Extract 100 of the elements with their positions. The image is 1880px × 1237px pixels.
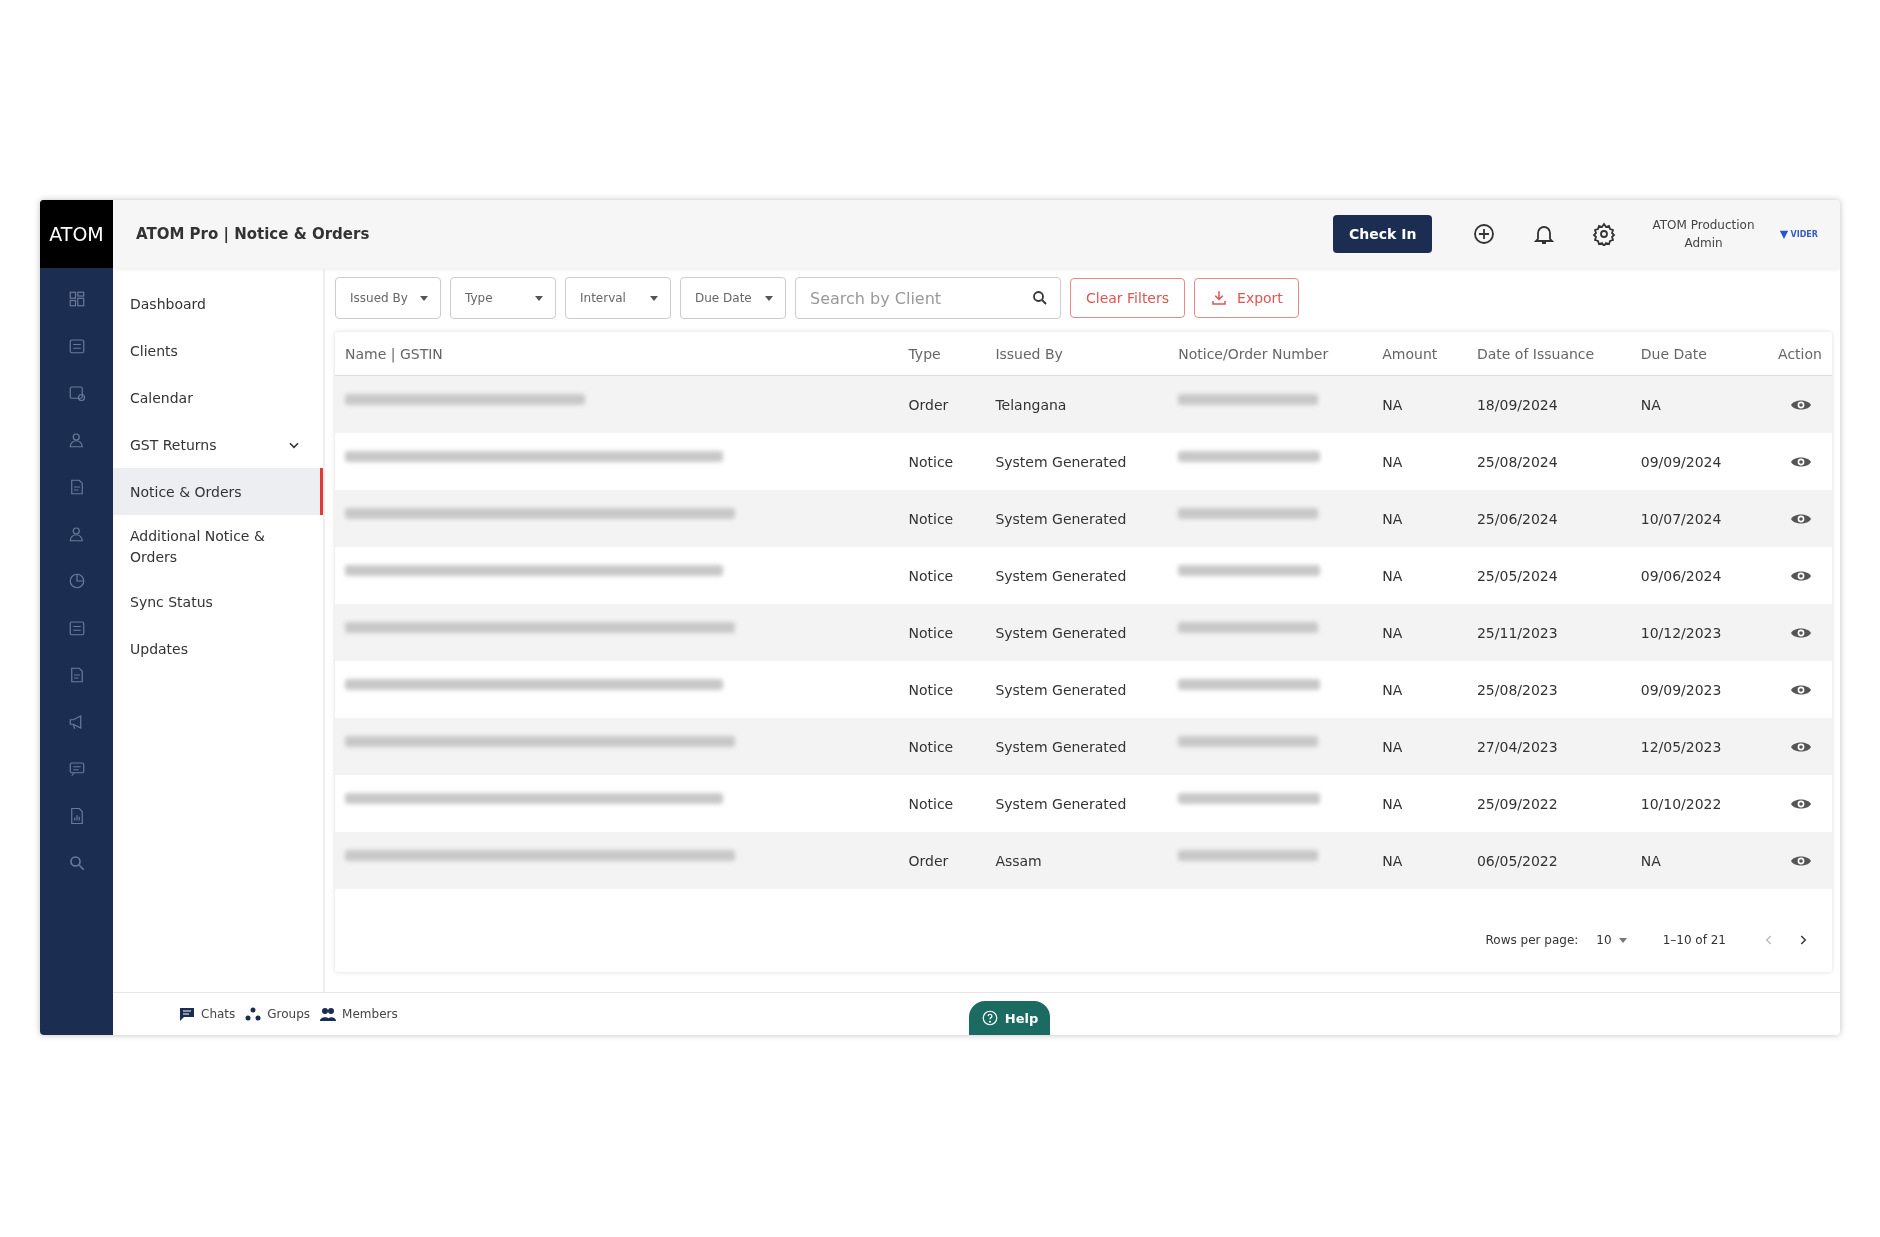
table-cell: Notice [898, 718, 986, 775]
user-icon[interactable] [67, 525, 86, 543]
caret-icon [765, 295, 773, 301]
table-cell: NA [1372, 604, 1467, 661]
table-cell: 27/04/2023 [1466, 718, 1631, 775]
table-cell: NA [1372, 832, 1467, 889]
column-header: Type [898, 332, 986, 376]
table-cell: NA [1372, 490, 1467, 547]
table-cell: NA [1372, 661, 1467, 718]
chat-icon [179, 1007, 195, 1021]
group-icon [245, 1007, 262, 1021]
table-cell: NA [1372, 433, 1467, 490]
clear-filters-button[interactable]: Clear Filters [1070, 278, 1186, 318]
footer-link[interactable]: Groups [245, 1007, 311, 1021]
table-cell: 25/08/2024 [1466, 433, 1631, 490]
filter-dropdown[interactable]: Due Date [680, 277, 786, 319]
caret-icon [1618, 937, 1627, 943]
filter-dropdown[interactable]: Type [450, 277, 556, 319]
nav-item[interactable]: Sync Status [113, 578, 323, 625]
caret-icon [535, 295, 543, 301]
column-header: Amount [1372, 332, 1467, 376]
table-cell: Order [898, 832, 986, 889]
chat-icon[interactable] [67, 760, 86, 778]
app-logo[interactable]: ATOM [40, 200, 113, 268]
checklist-icon[interactable] [67, 337, 86, 355]
table-cell: Telangana [985, 375, 1169, 433]
nav-item[interactable]: Additional Notice & Orders [113, 515, 323, 578]
table-cell: Order [898, 375, 986, 433]
nav-item[interactable]: Notice & Orders [113, 468, 323, 515]
pie-chart-icon[interactable] [67, 572, 86, 590]
page-title: ATOM Pro | Notice & Orders [136, 225, 371, 243]
table-cell: 25/11/2023 [1466, 604, 1631, 661]
filter-dropdown[interactable]: Issued By [335, 277, 441, 319]
table-cell: 10/12/2023 [1630, 604, 1769, 661]
table-cell: NA [1372, 775, 1467, 832]
column-header: Due Date [1630, 332, 1769, 376]
table-cell: System Generated [985, 433, 1169, 490]
user-role: Admin [1684, 236, 1723, 250]
filter-dropdown[interactable]: Interval [565, 277, 671, 319]
settings-icon[interactable] [1592, 222, 1617, 246]
footer-link[interactable]: Chats [179, 1007, 236, 1021]
brand-logo: VIDER [1776, 227, 1820, 241]
search-field[interactable]: Search by Client [795, 277, 1061, 319]
brand-mark-icon [1778, 229, 1789, 239]
column-header: Issued By [985, 332, 1169, 376]
table-cell: 09/06/2024 [1630, 547, 1769, 604]
caret-icon [650, 295, 658, 301]
table-cell: System Generated [985, 490, 1169, 547]
table-cell: System Generated [985, 547, 1169, 604]
nav-item[interactable]: Updates [113, 625, 323, 672]
table-cell: NA [1630, 375, 1769, 433]
table-cell: 25/08/2023 [1466, 661, 1631, 718]
table-cell: 06/05/2022 [1466, 832, 1631, 889]
table-cell: NA [1372, 375, 1467, 433]
table-cell: Notice [898, 604, 986, 661]
help-icon [980, 1009, 999, 1027]
column-header: Name | GSTIN [335, 332, 899, 376]
help-button[interactable]: Help [968, 1001, 1051, 1035]
calendar-icon[interactable] [67, 384, 86, 402]
table-cell: 10/10/2022 [1630, 775, 1769, 832]
table-cell: 10/07/2024 [1630, 490, 1769, 547]
table-cell: Notice [898, 547, 986, 604]
table-cell: Notice [898, 433, 986, 490]
table-cell: System Generated [985, 718, 1169, 775]
table-cell: 09/09/2023 [1630, 661, 1769, 718]
nav-item[interactable]: Calendar [113, 374, 323, 421]
column-header: Action [1768, 332, 1832, 376]
nav-item[interactable]: Clients [113, 327, 323, 374]
table-cell: 25/09/2022 [1466, 775, 1631, 832]
export-button[interactable]: Export [1194, 278, 1299, 318]
checklist-icon[interactable] [67, 619, 86, 637]
page-range: 1–10 of 21 [1662, 933, 1726, 947]
table-cell: NA [1372, 547, 1467, 604]
table-cell: System Generated [985, 604, 1169, 661]
table-cell: Notice [898, 490, 986, 547]
table-cell: 09/09/2024 [1630, 433, 1769, 490]
nav-item[interactable]: GST Returns [113, 421, 323, 468]
search-icon [1031, 289, 1049, 307]
rows-per-page-select[interactable]: 10 [1594, 931, 1629, 949]
caret-icon [420, 295, 428, 301]
search-icon[interactable] [67, 854, 86, 872]
table-cell: Notice [898, 661, 986, 718]
table-cell: 18/09/2024 [1466, 375, 1631, 433]
table-cell: Notice [898, 775, 986, 832]
rows-per-page-label: Rows per page: [1485, 933, 1579, 947]
download-icon [1210, 289, 1229, 307]
column-header: Date of Issuance [1466, 332, 1631, 376]
user-name: ATOM Production [1652, 218, 1755, 232]
dashboard-icon[interactable] [67, 290, 86, 308]
user-icon[interactable] [67, 431, 86, 449]
table-cell: System Generated [985, 661, 1169, 718]
table-cell: NA [1372, 718, 1467, 775]
table-cell: 12/05/2023 [1630, 718, 1769, 775]
check-in-button[interactable]: Check In [1333, 215, 1433, 253]
nav-item[interactable]: Dashboard [113, 280, 323, 327]
table-cell: 25/05/2024 [1466, 547, 1631, 604]
table-cell: System Generated [985, 775, 1169, 832]
footer-link[interactable]: Members [320, 1007, 398, 1021]
add-icon[interactable] [1472, 222, 1497, 246]
table-cell: 25/06/2024 [1466, 490, 1631, 547]
